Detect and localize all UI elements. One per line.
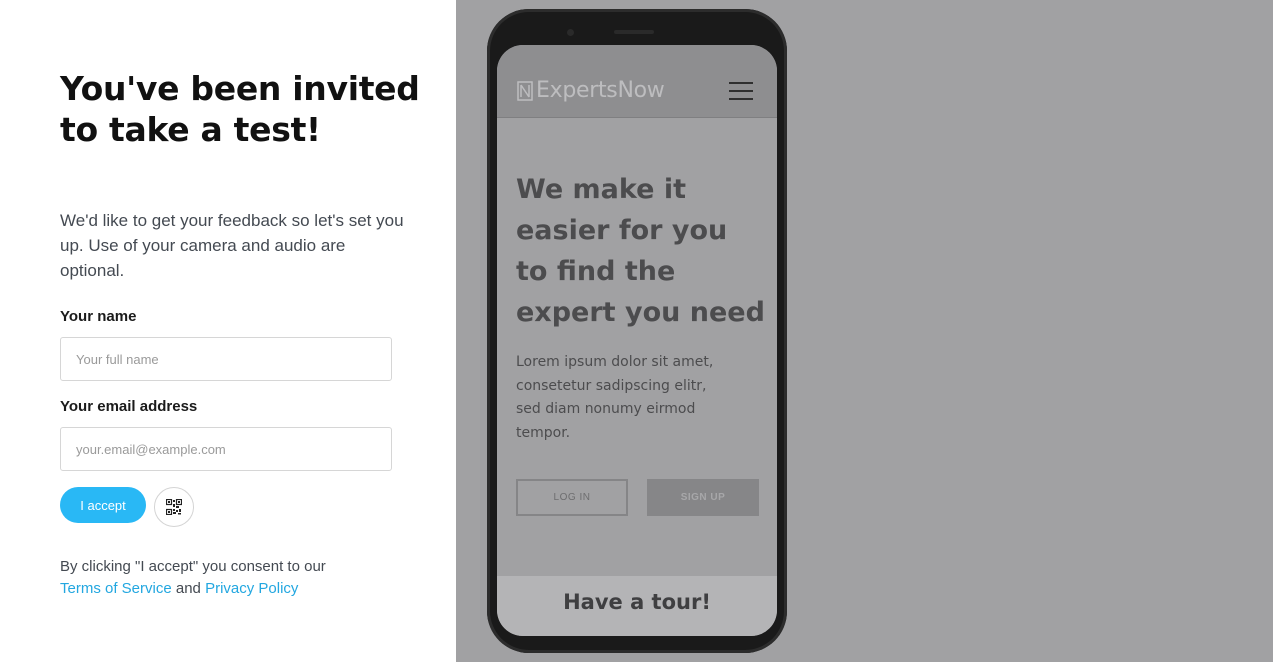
phone-mockup: ExpertsNow We make it easier for you to … (487, 9, 787, 653)
phone-camera (567, 29, 574, 36)
brand: ExpertsNow (517, 78, 665, 103)
consent-text: By clicking "I accept" you consent to ou… (60, 556, 420, 600)
page-description: We'd like to get your feedback so let's … (60, 211, 404, 280)
tour-banner[interactable]: Have a tour! (497, 576, 777, 636)
name-input[interactable] (60, 337, 392, 381)
signup-button[interactable]: SIGN UP (647, 479, 759, 516)
preview-panel: ExpertsNow We make it easier for you to … (456, 0, 1273, 662)
phone-speaker (614, 30, 654, 34)
hamburger-menu-icon[interactable] (729, 82, 753, 100)
site-header: ExpertsNow (497, 45, 777, 118)
qr-code-button[interactable] (154, 487, 194, 527)
invite-panel: You've been invited to take a test! We'd… (0, 0, 456, 662)
phone-screen: ExpertsNow We make it easier for you to … (497, 45, 777, 636)
privacy-link[interactable]: Privacy Policy (205, 580, 298, 597)
email-input[interactable] (60, 427, 392, 471)
terms-link[interactable]: Terms of Service (60, 580, 172, 597)
brand-name: ExpertsNow (536, 78, 665, 103)
accept-button[interactable]: I accept (60, 487, 146, 523)
email-label: Your email address (60, 398, 198, 415)
login-button[interactable]: LOG IN (516, 479, 628, 516)
qr-code-icon (166, 499, 182, 515)
name-label: Your name (60, 308, 137, 325)
page-title: You've been invited to take a test! (60, 69, 420, 149)
tour-label: Have a tour! (563, 590, 711, 614)
consent-statement: By clicking "I accept" you consent to ou… (60, 558, 326, 575)
hero-body: Lorem ipsum dolor sit amet, consetetur s… (516, 354, 714, 441)
consent-and: and (175, 580, 201, 597)
hero-headline: We make it easier for you to find the ex… (516, 174, 765, 328)
expertsnow-logo (517, 80, 533, 101)
